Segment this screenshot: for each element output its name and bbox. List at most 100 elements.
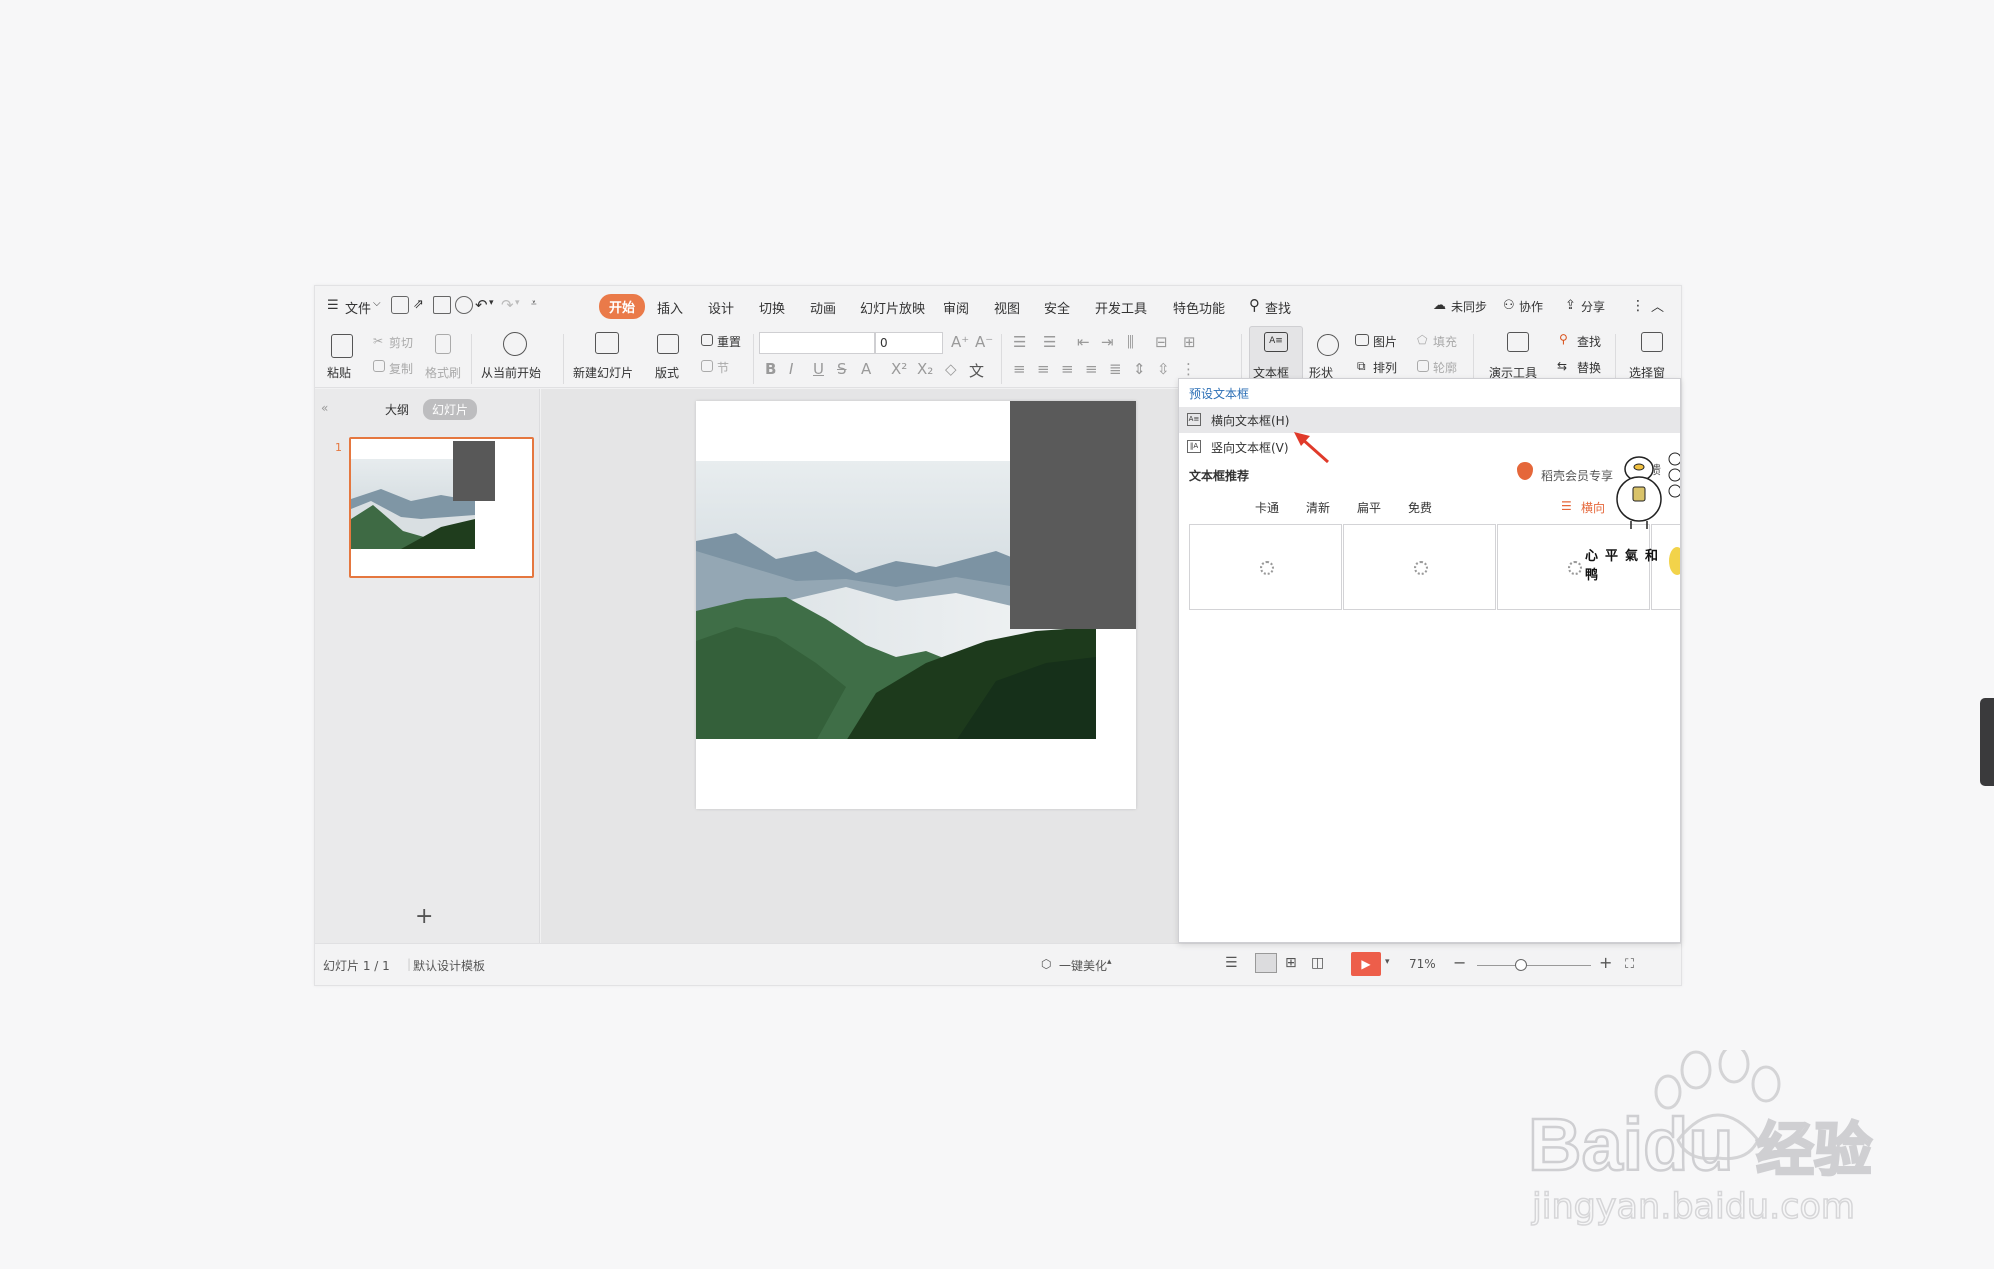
chevron-down-icon[interactable]: ⌵ — [373, 298, 381, 309]
line-spacing-icon[interactable]: ⇕ — [1133, 360, 1146, 378]
zoom-in-icon[interactable]: + — [1599, 953, 1612, 972]
filter-free[interactable]: 免费 — [1408, 499, 1432, 516]
more-icon[interactable]: ⋮ — [1631, 298, 1645, 314]
tab-developer[interactable]: 开发工具 — [1095, 298, 1147, 317]
increase-indent-icon[interactable]: ⇥ — [1101, 333, 1114, 351]
outline-button[interactable]: 轮廓 — [1433, 359, 1457, 376]
mountain-landscape-image[interactable] — [696, 401, 1136, 809]
print-preview-icon[interactable] — [455, 296, 473, 314]
file-menu[interactable]: 文件 — [345, 298, 371, 317]
format-painter-button[interactable]: 格式刷 — [425, 364, 461, 381]
align-center-icon[interactable]: ≡ — [1037, 360, 1050, 378]
layout-icon[interactable] — [657, 334, 679, 354]
font-family-select[interactable] — [759, 332, 875, 354]
search-icon[interactable]: ⚲ — [1249, 296, 1260, 314]
filter-fresh[interactable]: 清新 — [1306, 499, 1330, 516]
text-box-button-pressed[interactable]: A≡ 文本框 — [1249, 326, 1303, 386]
one-click-beautify-button[interactable]: 一键美化 — [1059, 957, 1107, 974]
numbering-icon[interactable]: ☰ — [1043, 333, 1056, 351]
from-current-button[interactable]: 从当前开始 — [481, 364, 541, 381]
decrease-font-icon[interactable]: A⁻ — [975, 333, 993, 351]
fit-window-icon[interactable]: ⛶ — [1625, 957, 1634, 972]
cut-icon[interactable]: ✂ — [373, 334, 383, 348]
tab-view[interactable]: 视图 — [994, 298, 1020, 317]
filter-flat[interactable]: 扁平 — [1357, 499, 1381, 516]
beautify-up-icon[interactable]: ▴ — [1107, 957, 1112, 967]
fill-icon[interactable]: ⬠ — [1417, 333, 1427, 347]
add-slide-icon[interactable]: + — [415, 904, 433, 929]
tab-security[interactable]: 安全 — [1044, 298, 1070, 317]
tab-design[interactable]: 设计 — [708, 298, 734, 317]
collaborate-button[interactable]: 协作 — [1519, 298, 1543, 315]
new-slide-button[interactable]: 新建幻灯片 — [573, 364, 633, 381]
zoom-out-icon[interactable]: − — [1453, 953, 1466, 972]
redo-icon[interactable]: ↷ — [501, 296, 514, 314]
increase-font-icon[interactable]: A⁺ — [951, 333, 969, 351]
phonetic-icon[interactable]: 文 — [969, 360, 984, 381]
print-icon[interactable] — [433, 296, 451, 314]
beautify-icon[interactable]: ⬡ — [1041, 957, 1051, 971]
text-shadow-icon[interactable]: A — [861, 360, 871, 378]
export-icon[interactable]: ⇗ — [413, 297, 431, 315]
italic-icon[interactable]: I — [789, 360, 793, 378]
format-painter-icon[interactable] — [435, 334, 451, 354]
tab-review[interactable]: 审阅 — [943, 298, 969, 317]
subscript-icon[interactable]: X₂ — [917, 360, 933, 378]
decrease-indent-icon[interactable]: ⇤ — [1077, 333, 1090, 351]
presentation-tools-icon[interactable] — [1507, 332, 1529, 352]
paste-button[interactable]: 粘贴 — [327, 364, 351, 381]
tab-home[interactable]: 开始 — [599, 294, 646, 319]
find-button[interactable]: 查找 — [1577, 333, 1601, 350]
template-card[interactable] — [1343, 524, 1496, 610]
columns-icon[interactable]: ⊞ — [1183, 333, 1196, 351]
slide-sorter-icon[interactable]: ⊞ — [1285, 955, 1297, 971]
align-left-icon[interactable]: ≡ — [1013, 360, 1026, 378]
side-panel-tab[interactable] — [1980, 698, 1994, 786]
outline-icon[interactable] — [1417, 360, 1429, 372]
replace-button[interactable]: 替换 — [1577, 359, 1601, 376]
arrange-button[interactable]: 排列 — [1373, 359, 1397, 376]
paste-icon[interactable] — [331, 334, 353, 358]
reset-icon[interactable] — [701, 334, 713, 346]
fill-button[interactable]: 填充 — [1433, 333, 1457, 350]
undo-dropdown-icon[interactable]: ▾ — [489, 298, 494, 308]
search-button[interactable]: 查找 — [1265, 298, 1291, 317]
redo-dropdown-icon[interactable]: ▾ — [515, 298, 520, 308]
tab-outline[interactable]: 大纲 — [385, 401, 409, 418]
underline-icon[interactable]: U — [813, 360, 824, 378]
play-options-icon[interactable]: ▾ — [1385, 957, 1390, 967]
align-right-icon[interactable]: ≡ — [1061, 360, 1074, 378]
text-direction-icon[interactable]: ⫼ — [1127, 333, 1134, 351]
play-from-current-icon[interactable] — [503, 332, 527, 356]
strikethrough-icon[interactable]: S — [837, 360, 847, 378]
tab-slideshow[interactable]: 幻灯片放映 — [860, 298, 925, 317]
selection-pane-icon[interactable] — [1641, 332, 1663, 352]
customize-toolbar-icon[interactable]: ⩡ — [531, 298, 537, 309]
template-name[interactable]: 默认设计模板 — [413, 957, 485, 974]
share-button[interactable]: 分享 — [1581, 298, 1605, 315]
align-text-icon[interactable]: ⊟ — [1155, 333, 1168, 351]
filter-cartoon[interactable]: 卡通 — [1255, 499, 1279, 516]
hamburger-icon[interactable]: ☰ — [327, 298, 339, 313]
font-size-select[interactable]: 0 — [875, 332, 943, 354]
superscript-icon[interactable]: X² — [891, 360, 907, 378]
collapse-ribbon-icon[interactable]: ︿ — [1651, 296, 1664, 315]
bullets-icon[interactable]: ☰ — [1013, 333, 1026, 351]
collapse-panel-icon[interactable]: « — [321, 401, 328, 415]
section-button[interactable]: 节 — [717, 359, 729, 376]
reading-view-icon[interactable]: ◫ — [1311, 955, 1324, 971]
clear-format-icon[interactable]: ◇ — [945, 360, 957, 378]
reset-button[interactable]: 重置 — [717, 333, 741, 350]
paragraph-spacing-icon[interactable]: ⇳ — [1157, 360, 1170, 378]
current-slide[interactable] — [696, 401, 1136, 809]
bold-icon[interactable]: B — [765, 360, 776, 378]
layout-button[interactable]: 版式 — [655, 364, 679, 381]
cut-button[interactable]: 剪切 — [389, 334, 413, 351]
horizontal-text-box-item[interactable]: A≡ 横向文本框(H) — [1179, 407, 1680, 433]
tab-animation[interactable]: 动画 — [810, 298, 836, 317]
undo-icon[interactable]: ↶ — [475, 296, 488, 314]
list-levels-icon[interactable]: ⋮ — [1181, 360, 1196, 378]
sync-status[interactable]: 未同步 — [1451, 298, 1487, 315]
notes-icon[interactable]: ☰ — [1225, 955, 1238, 971]
shape-icon[interactable] — [1317, 334, 1339, 356]
